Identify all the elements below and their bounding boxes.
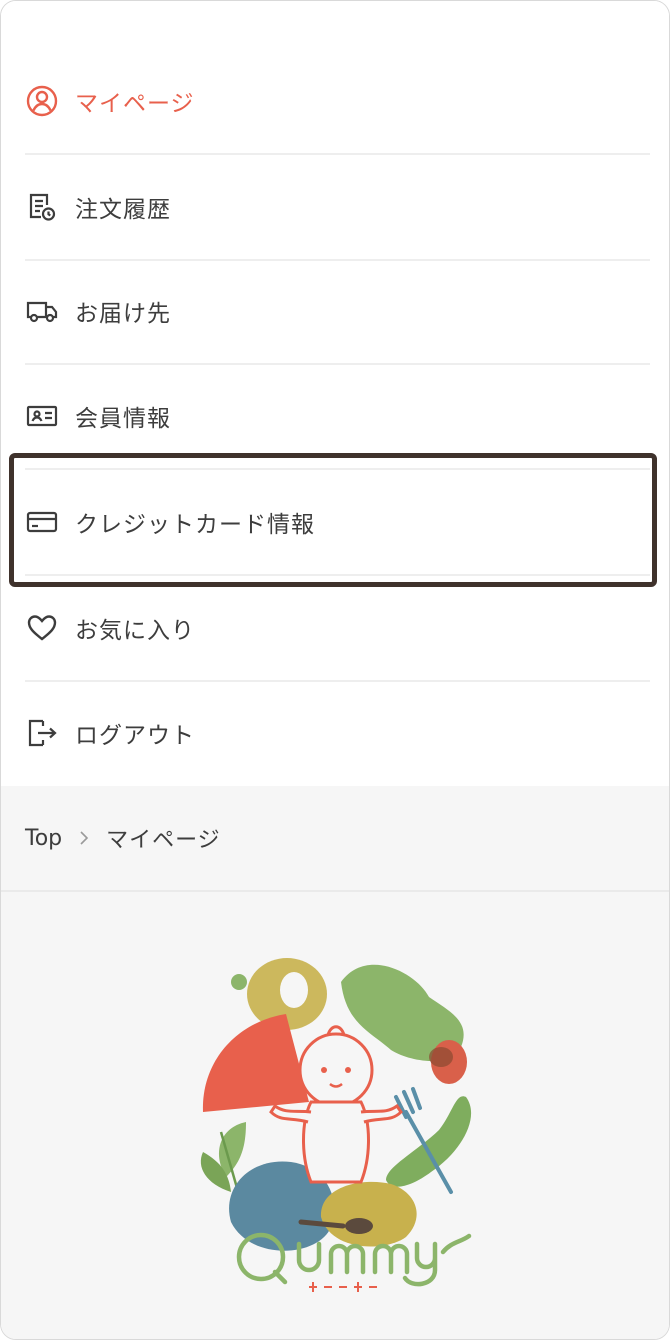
heart-icon [25, 608, 65, 648]
menu-item-delivery-address[interactable]: お届け先 [25, 259, 650, 365]
menu-item-label: ログアウト [75, 723, 195, 749]
menu-item-label: クレジットカード情報 [75, 512, 315, 538]
menu-item-label: 会員情報 [75, 406, 171, 432]
delivery-truck-icon [25, 291, 65, 331]
menu-item-label: お届け先 [75, 301, 171, 327]
mypage-menu: マイページ 注文履歴 お届け先 会員情報 クレジットカード情報 お気に入り ログ… [1, 1, 669, 786]
menu-item-credit-card[interactable]: クレジットカード情報 [25, 470, 650, 576]
app-frame: マイページ 注文履歴 お届け先 会員情報 クレジットカード情報 お気に入り ログ… [0, 0, 670, 1340]
qummy-logo[interactable] [191, 952, 481, 1292]
menu-item-order-history[interactable]: 注文履歴 [25, 155, 650, 261]
footer [1, 892, 669, 1339]
logout-icon [25, 713, 65, 753]
menu-item-label: お気に入り [75, 618, 195, 644]
chevron-right-icon [78, 829, 90, 847]
menu-item-label: 注文履歴 [75, 197, 171, 223]
receipt-clock-icon [25, 187, 65, 227]
breadcrumb: Top マイページ [1, 786, 669, 892]
breadcrumb-top-link[interactable]: Top [25, 826, 62, 851]
menu-item-member-info[interactable]: 会員情報 [25, 364, 650, 470]
menu-item-mypage[interactable]: マイページ [25, 49, 650, 155]
credit-card-icon [25, 502, 65, 542]
user-circle-icon [25, 81, 65, 121]
breadcrumb-current: マイページ [106, 828, 221, 853]
menu-item-label: マイページ [75, 91, 195, 117]
menu-item-favorites[interactable]: お気に入り [25, 576, 650, 682]
menu-item-logout[interactable]: ログアウト [25, 681, 650, 785]
member-card-icon [25, 396, 65, 436]
